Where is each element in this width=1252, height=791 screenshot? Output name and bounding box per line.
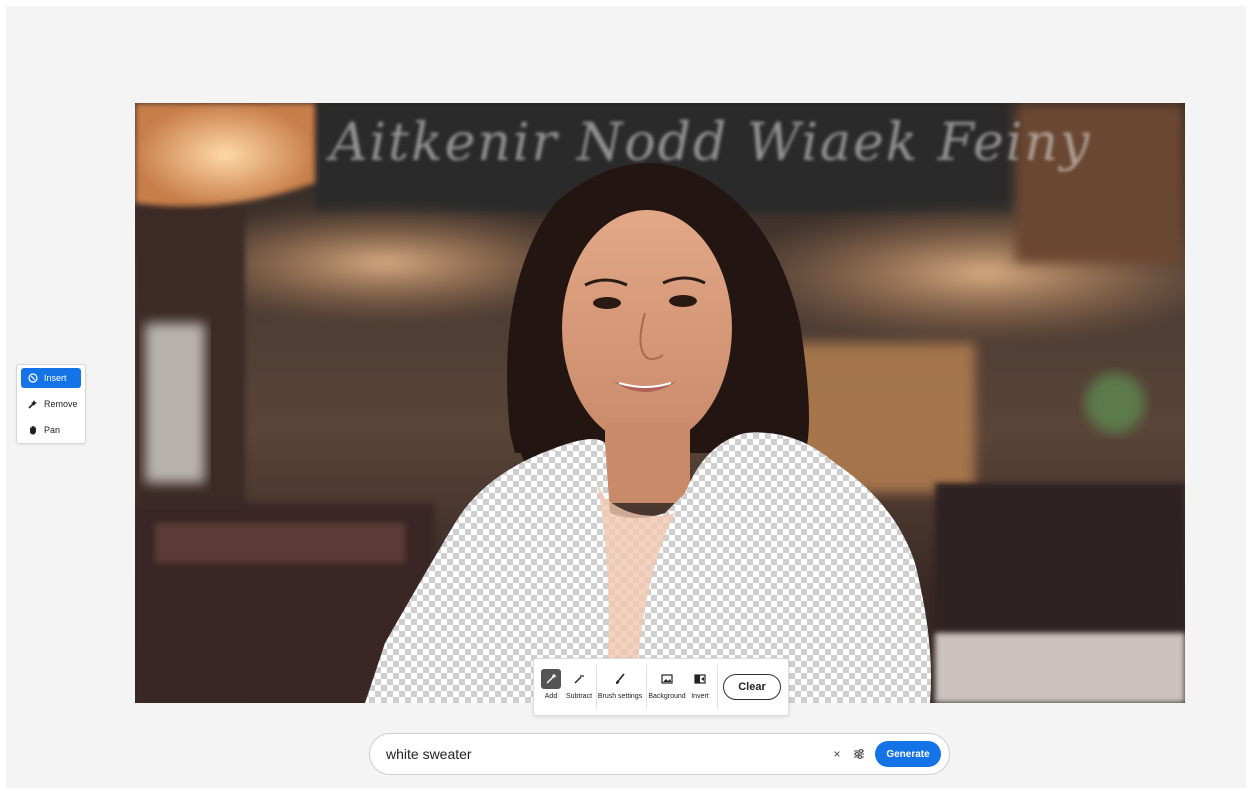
pan-tool-label: Pan (44, 425, 61, 435)
tool-panel: Insert Remove Pan (16, 364, 86, 444)
brush-icon (610, 669, 630, 689)
divider (646, 665, 647, 709)
settings-sliders-icon[interactable] (851, 746, 867, 762)
pan-tool-button[interactable]: Pan (21, 420, 81, 440)
image-canvas[interactable]: Aitkenir Nodd Wiaek Feiny (135, 103, 1185, 703)
subtract-button[interactable]: Subtract (564, 669, 594, 709)
add-button[interactable]: Add (540, 669, 562, 709)
clear-prompt-icon[interactable]: × (830, 746, 844, 762)
brush-subtract-icon (569, 669, 589, 689)
brush-settings-button[interactable]: Brush settings (598, 669, 642, 709)
mask-toolbar: Add Subtract Brush settings Background I… (533, 658, 789, 716)
invert-icon (690, 669, 710, 689)
remove-tool-label: Remove (44, 399, 78, 409)
divider (717, 665, 718, 709)
insert-icon (28, 373, 38, 383)
invert-label: Invert (691, 693, 709, 700)
prompt-bar: × Generate (369, 733, 950, 775)
invert-button[interactable]: Invert (688, 669, 712, 709)
chalkboard-text: Aitkenir Nodd Wiaek Feiny (330, 113, 1092, 173)
background-button[interactable]: Background (648, 669, 686, 709)
background-label: Background (648, 693, 686, 700)
brush-settings-label: Brush settings (597, 693, 643, 700)
insert-tool-button[interactable]: Insert (21, 368, 81, 388)
clear-button[interactable]: Clear (723, 674, 781, 700)
prompt-input[interactable] (386, 743, 806, 765)
hand-icon (28, 425, 38, 435)
insert-tool-label: Insert (44, 373, 67, 383)
divider (596, 665, 597, 709)
image-icon (657, 669, 677, 689)
generate-button[interactable]: Generate (875, 741, 941, 767)
add-label: Add (544, 693, 558, 700)
remove-tool-button[interactable]: Remove (21, 394, 81, 414)
brush-add-icon (541, 669, 561, 689)
remove-icon (28, 399, 38, 409)
subtract-label: Subtract (565, 693, 593, 700)
